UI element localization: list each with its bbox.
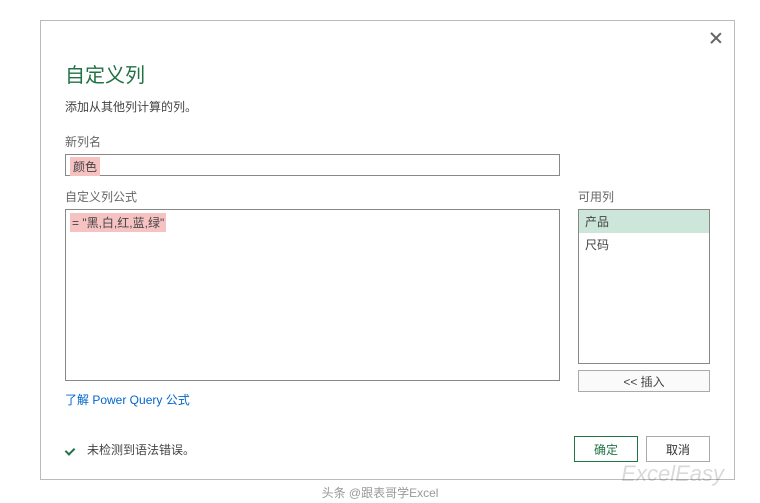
formula-label: 自定义列公式 — [65, 188, 560, 205]
learn-link[interactable]: 了解 Power Query 公式 — [65, 391, 190, 408]
custom-column-dialog: 自定义列 添加从其他列计算的列。 新列名 颜色 自定义列公式 = "黑,白,红,… — [40, 20, 735, 480]
ok-button[interactable]: 确定 — [574, 436, 638, 462]
check-icon — [65, 442, 79, 456]
close-icon[interactable] — [708, 31, 724, 47]
available-columns-label: 可用列 — [578, 188, 710, 205]
status-text: 未检测到语法错误。 — [87, 441, 195, 458]
formula-value: = "黑,白,红,蓝,绿" — [70, 213, 166, 232]
cancel-button[interactable]: 取消 — [646, 436, 710, 462]
insert-button[interactable]: << 插入 — [578, 370, 710, 392]
status-message: 未检测到语法错误。 — [65, 441, 195, 458]
new-column-name-label: 新列名 — [65, 133, 710, 150]
available-columns-list[interactable]: 产品 尺码 — [578, 209, 710, 364]
new-column-name-value: 颜色 — [70, 157, 100, 176]
formula-input[interactable]: = "黑,白,红,蓝,绿" — [65, 209, 560, 381]
new-column-name-input[interactable]: 颜色 — [65, 154, 560, 176]
list-item[interactable]: 产品 — [579, 210, 709, 233]
attribution: 头条 @跟表哥学Excel — [0, 484, 760, 501]
dialog-title: 自定义列 — [65, 59, 710, 88]
list-item[interactable]: 尺码 — [579, 233, 709, 256]
dialog-subtitle: 添加从其他列计算的列。 — [65, 98, 710, 115]
